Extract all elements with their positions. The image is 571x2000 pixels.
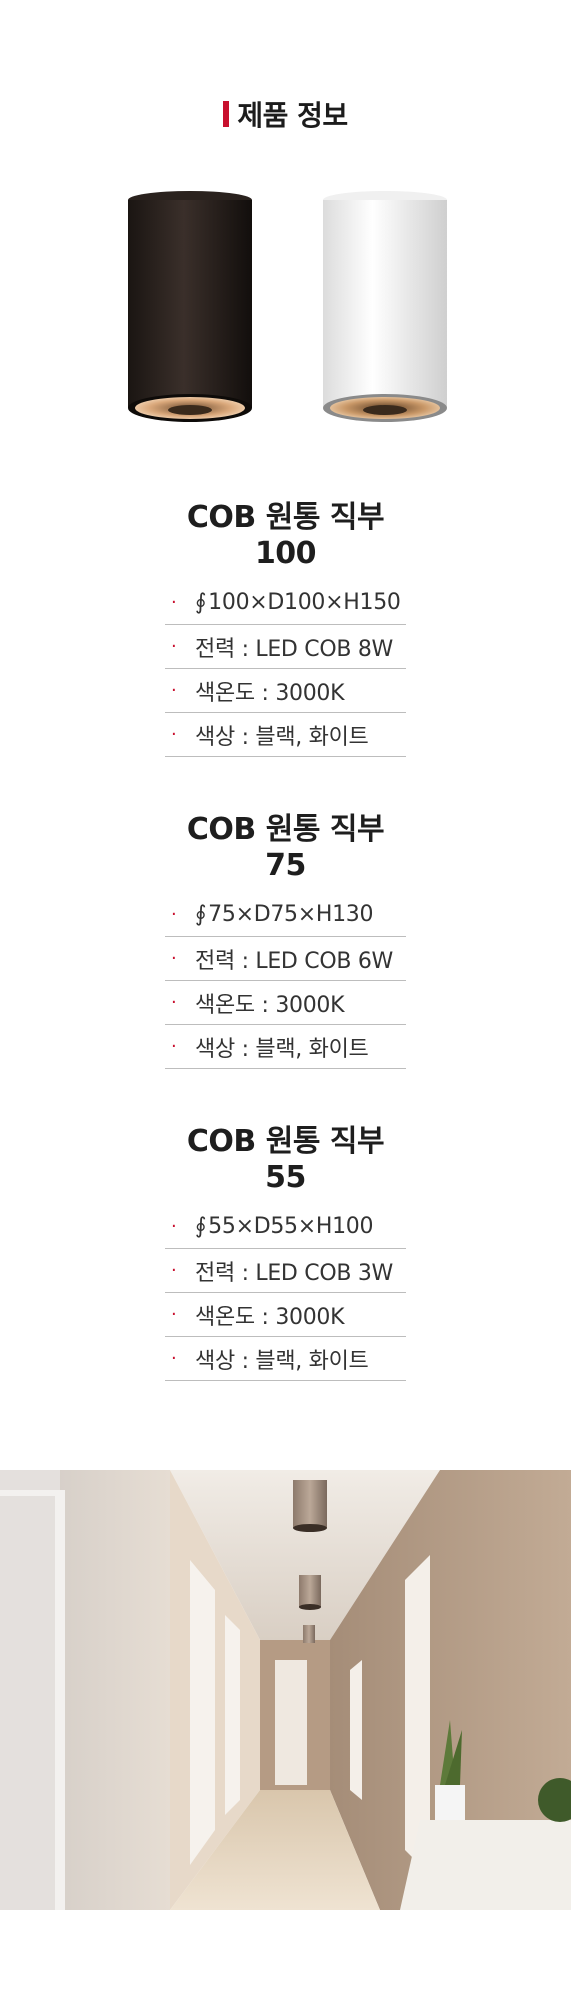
bullet: · bbox=[171, 904, 177, 925]
spec-title: COB 원통 직부 55 bbox=[186, 1124, 385, 1195]
hallway-illustration bbox=[0, 1470, 571, 1910]
black-downlight-image bbox=[120, 190, 260, 430]
spec-list: · ∮ 55×D55×H100 · 전력 : LED COB 3W · 색온도 : 30… bbox=[165, 1205, 406, 1381]
spec-size-value: 100×D100×H150 bbox=[208, 590, 401, 615]
product-images bbox=[0, 190, 571, 440]
spec-list: · ∮ 75×D75×H130 · 전력 : LED COB 6W · 색온도 : 30… bbox=[165, 893, 406, 1069]
bullet: · bbox=[171, 1348, 177, 1369]
bullet: · bbox=[171, 992, 177, 1013]
spec-temperature: · 색온도 : 3000K bbox=[165, 981, 406, 1025]
spec-size: · ∮ 55×D55×H100 bbox=[165, 1205, 406, 1249]
spec-color: · 색상 : 블랙, 화이트 bbox=[165, 713, 406, 757]
spec-color: · 색상 : 블랙, 화이트 bbox=[165, 1337, 406, 1381]
spec-power: · 전력 : LED COB 3W bbox=[165, 1249, 406, 1293]
bullet: · bbox=[171, 948, 177, 969]
spec-power-value: 전력 : LED COB 8W bbox=[195, 636, 393, 662]
section-header: 제품 정보 bbox=[0, 94, 571, 134]
spec-size: · ∮ 100×D100×H150 bbox=[165, 581, 406, 625]
installation-photo bbox=[0, 1470, 571, 1910]
diameter-symbol: ∮ bbox=[195, 902, 207, 927]
section-title-text: 제품 정보 bbox=[237, 99, 348, 132]
spec-color-value: 색상 : 블랙, 화이트 bbox=[195, 1348, 369, 1374]
spec-power: · 전력 : LED COB 8W bbox=[165, 625, 406, 669]
spec-temperature-value: 색온도 : 3000K bbox=[195, 1304, 345, 1330]
spec-block-100: COB 원통 직부 100 · ∮ 100×D100×H150 · 전력 : LED … bbox=[165, 492, 406, 757]
spec-temperature-value: 색온도 : 3000K bbox=[195, 992, 345, 1018]
bullet: · bbox=[171, 592, 177, 613]
spec-temperature: · 색온도 : 3000K bbox=[165, 669, 406, 713]
spec-list: · ∮ 100×D100×H150 · 전력 : LED COB 8W · 색온도 : … bbox=[165, 581, 406, 757]
bullet: · bbox=[171, 1216, 177, 1237]
spec-block-55: COB 원통 직부 55 · ∮ 55×D55×H100 · 전력 : LED COB… bbox=[165, 1116, 406, 1381]
spec-power-value: 전력 : LED COB 6W bbox=[195, 948, 393, 974]
spec-temperature-value: 색온도 : 3000K bbox=[195, 680, 345, 706]
section-title: 제품 정보 bbox=[223, 94, 348, 134]
diameter-symbol: ∮ bbox=[195, 590, 207, 615]
title-accent-bar bbox=[223, 101, 230, 127]
bullet: · bbox=[171, 1260, 177, 1281]
spec-temperature: · 색온도 : 3000K bbox=[165, 1293, 406, 1337]
bullet: · bbox=[171, 1036, 177, 1057]
spec-power: · 전력 : LED COB 6W bbox=[165, 937, 406, 981]
spec-power-value: 전력 : LED COB 3W bbox=[195, 1260, 393, 1286]
spec-size-value: 55×D55×H100 bbox=[208, 1214, 374, 1239]
spec-title: COB 원통 직부 75 bbox=[186, 812, 385, 883]
spec-color-value: 색상 : 블랙, 화이트 bbox=[195, 1036, 369, 1062]
spec-color-value: 색상 : 블랙, 화이트 bbox=[195, 724, 369, 750]
bullet: · bbox=[171, 636, 177, 657]
white-downlight-image bbox=[315, 190, 455, 430]
diameter-symbol: ∮ bbox=[195, 1214, 207, 1239]
spec-color: · 색상 : 블랙, 화이트 bbox=[165, 1025, 406, 1069]
bullet: · bbox=[171, 680, 177, 701]
spec-size-value: 75×D75×H130 bbox=[208, 902, 374, 927]
bullet: · bbox=[171, 724, 177, 745]
spec-block-75: COB 원통 직부 75 · ∮ 75×D75×H130 · 전력 : LED COB… bbox=[165, 804, 406, 1069]
bullet: · bbox=[171, 1304, 177, 1325]
spec-title: COB 원통 직부 100 bbox=[186, 500, 385, 571]
spec-size: · ∮ 75×D75×H130 bbox=[165, 893, 406, 937]
